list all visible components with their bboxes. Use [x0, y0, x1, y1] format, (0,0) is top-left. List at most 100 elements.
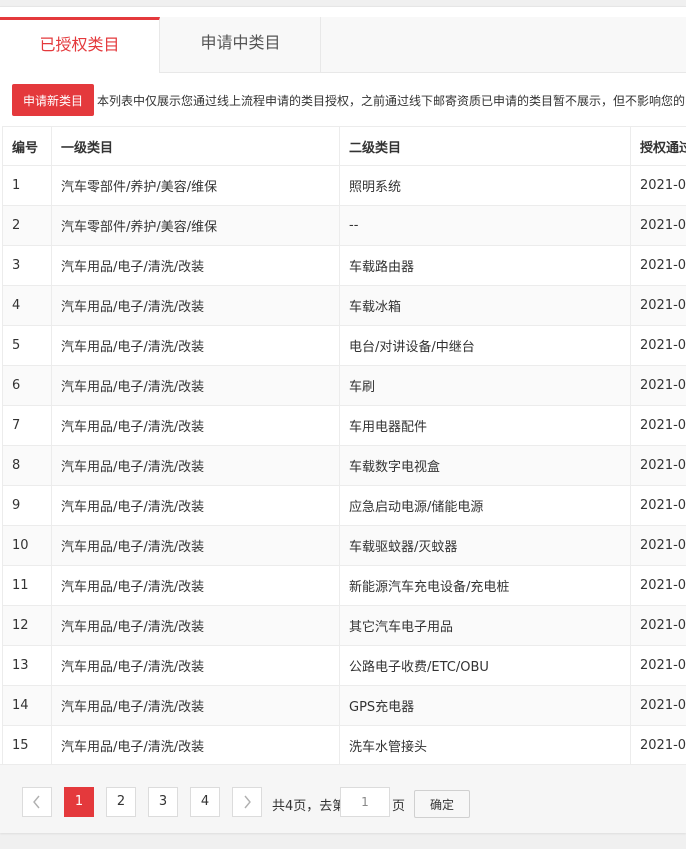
cell-number: 5: [2, 325, 52, 366]
confirm-goto-button[interactable]: 确定: [414, 790, 470, 818]
cell-number: 9: [2, 485, 52, 526]
table-row: 7 汽车用品/电子/清洗/改装 车用电器配件 2021-0: [2, 405, 686, 446]
table-row: 1 汽车零部件/养护/美容/维保 照明系统 2021-0: [2, 165, 686, 206]
cell-level2-category: 洗车水管接头: [339, 725, 631, 766]
cell-auth-date: 2021-0: [630, 165, 686, 206]
cell-level2-category: 车载冰箱: [339, 285, 631, 326]
cell-number: 12: [2, 605, 52, 646]
table-row: 9 汽车用品/电子/清洗/改装 应急启动电源/储能电源 2021-0: [2, 485, 686, 526]
table-row: 11 汽车用品/电子/清洗/改装 新能源汽车充电设备/充电桩 2021-0: [2, 565, 686, 606]
page-1-button[interactable]: 1: [64, 787, 94, 817]
cell-level2-category: 车载驱蚊器/灭蚊器: [339, 525, 631, 566]
cell-level2-category: 车载路由器: [339, 245, 631, 286]
table-row: 4 汽车用品/电子/清洗/改装 车载冰箱 2021-0: [2, 285, 686, 326]
cell-number: 3: [2, 245, 52, 286]
cell-level2-category: 照明系统: [339, 165, 631, 206]
tab-authorized[interactable]: 已授权类目: [0, 17, 160, 73]
cell-level1-category: 汽车用品/电子/清洗/改装: [51, 245, 340, 286]
cell-level1-category: 汽车用品/电子/清洗/改装: [51, 325, 340, 366]
category-table: 编号 一级类目 二级类目 授权通过 1汽车零部件/养护/美容/维保照明系统202…: [2, 126, 686, 766]
table-row: 8 汽车用品/电子/清洗/改装 车载数字电视盒 2021-0: [2, 445, 686, 486]
prev-page-button[interactable]: [22, 787, 52, 817]
header-auth-date: 授权通过: [630, 126, 686, 166]
tab-pending[interactable]: 申请中类目: [161, 17, 321, 72]
category-panel: 已授权类目 申请中类目 申请新类目 本列表中仅展示您通过线上流程申请的类目授权，…: [0, 6, 686, 833]
next-page-button[interactable]: [232, 787, 262, 817]
cell-level1-category: 汽车用品/电子/清洗/改装: [51, 285, 340, 326]
cell-level1-category: 汽车零部件/养护/美容/维保: [51, 205, 340, 246]
cell-level1-category: 汽车用品/电子/清洗/改装: [51, 685, 340, 726]
cell-level2-category: 其它汽车电子用品: [339, 605, 631, 646]
page-2-button[interactable]: 2: [106, 787, 136, 817]
cell-number: 7: [2, 405, 52, 446]
table-row: 12 汽车用品/电子/清洗/改装 其它汽车电子用品 2021-0: [2, 605, 686, 646]
cell-number: 11: [2, 565, 52, 606]
cell-level1-category: 汽车用品/电子/清洗/改装: [51, 405, 340, 446]
cell-number: 1: [2, 165, 52, 206]
cell-level2-category: --: [339, 205, 631, 246]
cell-level2-category: GPS充电器: [339, 685, 631, 726]
cell-level2-category: 公路电子收费/ETC/OBU: [339, 645, 631, 686]
cell-level2-category: 电台/对讲设备/中继台: [339, 325, 631, 366]
table-row: 3 汽车用品/电子/清洗/改装 车载路由器 2021-0: [2, 245, 686, 286]
cell-number: 8: [2, 445, 52, 486]
cell-level2-category: 车载数字电视盒: [339, 445, 631, 486]
cell-number: 13: [2, 645, 52, 686]
header-level2-category: 二级类目: [339, 126, 631, 166]
cell-level2-category: 应急启动电源/储能电源: [339, 485, 631, 526]
cell-auth-date: 2021-0: [630, 445, 686, 486]
page-3-button[interactable]: 3: [148, 787, 178, 817]
cell-level1-category: 汽车用品/电子/清洗/改装: [51, 605, 340, 646]
cell-number: 10: [2, 525, 52, 566]
table-row: 15 汽车用品/电子/清洗/改装 洗车水管接头 2021-0: [2, 725, 686, 766]
cell-level1-category: 汽车用品/电子/清洗/改装: [51, 445, 340, 486]
chevron-right-icon: [244, 795, 251, 809]
header-number: 编号: [2, 126, 52, 166]
cell-level1-category: 汽车用品/电子/清洗/改装: [51, 525, 340, 566]
cell-auth-date: 2021-0: [630, 605, 686, 646]
cell-level2-category: 新能源汽车充电设备/充电桩: [339, 565, 631, 606]
cell-auth-date: 2021-0: [630, 245, 686, 286]
cell-level1-category: 汽车用品/电子/清洗/改装: [51, 365, 340, 406]
cell-auth-date: 2021-0: [630, 725, 686, 766]
cell-auth-date: 2021-0: [630, 325, 686, 366]
cell-auth-date: 2021-0: [630, 645, 686, 686]
cell-level1-category: 汽车用品/电子/清洗/改装: [51, 645, 340, 686]
cell-number: 14: [2, 685, 52, 726]
cell-auth-date: 2021-0: [630, 525, 686, 566]
page-suffix-text: 页: [392, 799, 406, 814]
cell-auth-date: 2021-0: [630, 365, 686, 406]
total-pages-text: 共4页，去第: [272, 799, 346, 814]
cell-level1-category: 汽车用品/电子/清洗/改装: [51, 485, 340, 526]
cell-number: 4: [2, 285, 52, 326]
table-row: 10 汽车用品/电子/清洗/改装 车载驱蚊器/灭蚊器 2021-0: [2, 525, 686, 566]
table-row: 5 汽车用品/电子/清洗/改装 电台/对讲设备/中继台 2021-0: [2, 325, 686, 366]
chevron-left-icon: [33, 795, 40, 809]
cell-auth-date: 2021-0: [630, 285, 686, 326]
cell-auth-date: 2021-0: [630, 685, 686, 726]
table-header-row: 编号 一级类目 二级类目 授权通过: [2, 126, 686, 166]
cell-auth-date: 2021-0: [630, 565, 686, 606]
table-row: 13 汽车用品/电子/清洗/改装 公路电子收费/ETC/OBU 2021-0: [2, 645, 686, 686]
table-row: 2 汽车零部件/养护/美容/维保 -- 2021-0: [2, 205, 686, 246]
cell-number: 15: [2, 725, 52, 766]
notice-text: 本列表中仅展示您通过线上流程申请的类目授权，之前通过线下邮寄资质已申请的类目暂不…: [97, 94, 686, 108]
goto-page-input[interactable]: [340, 787, 390, 817]
cell-auth-date: 2021-0: [630, 205, 686, 246]
cell-number: 2: [2, 205, 52, 246]
cell-auth-date: 2021-0: [630, 405, 686, 446]
tab-bar: 已授权类目 申请中类目: [0, 17, 686, 73]
cell-level1-category: 汽车零部件/养护/美容/维保: [51, 165, 340, 206]
cell-level1-category: 汽车用品/电子/清洗/改装: [51, 565, 340, 606]
cell-number: 6: [2, 365, 52, 406]
cell-level2-category: 车刷: [339, 365, 631, 406]
cell-level1-category: 汽车用品/电子/清洗/改装: [51, 725, 340, 766]
pagination: 1 2 3 4 共4页，去第 页 确定: [0, 764, 686, 833]
table-row: 6 汽车用品/电子/清洗/改装 车刷 2021-0: [2, 365, 686, 406]
header-level1-category: 一级类目: [51, 126, 340, 166]
page-4-button[interactable]: 4: [190, 787, 220, 817]
cell-level2-category: 车用电器配件: [339, 405, 631, 446]
notice-bar: 申请新类目 本列表中仅展示您通过线上流程申请的类目授权，之前通过线下邮寄资质已申…: [12, 84, 686, 116]
apply-new-category-button[interactable]: 申请新类目: [12, 84, 94, 116]
cell-auth-date: 2021-0: [630, 485, 686, 526]
